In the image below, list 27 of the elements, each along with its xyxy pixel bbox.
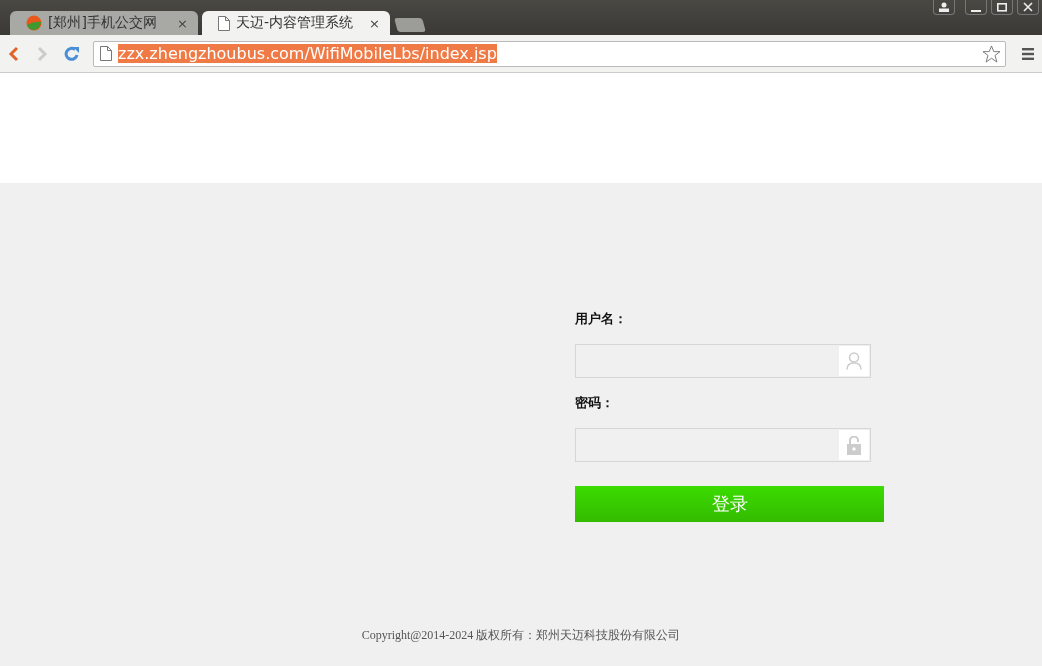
new-tab-button[interactable]	[394, 18, 426, 32]
copyright-text: Copyright@2014-2024 版权所有：郑州天迈科技股份有限公司	[361, 628, 681, 642]
menu-icon[interactable]	[1022, 47, 1034, 60]
logo-icon	[26, 15, 42, 31]
maximize-button[interactable]	[991, 0, 1013, 15]
field-label: 用户名：	[575, 310, 627, 328]
minimize-icon	[971, 10, 981, 12]
field-label: 密码：	[575, 394, 614, 412]
input-field[interactable]	[575, 428, 871, 462]
person-icon	[939, 2, 949, 12]
back-icon[interactable]	[8, 45, 20, 62]
star-icon[interactable]	[982, 44, 1001, 63]
maximize-icon	[997, 2, 1007, 12]
minimize-button[interactable]	[965, 0, 987, 15]
lock-icon	[847, 435, 861, 455]
page-icon	[218, 15, 230, 31]
close-button[interactable]	[1017, 0, 1039, 15]
browser-tab[interactable]: [郑州]手机公交网 ×	[10, 11, 198, 35]
user-icon	[846, 352, 862, 370]
reload-icon[interactable]	[64, 45, 80, 62]
close-icon[interactable]: ×	[369, 15, 380, 31]
page-icon	[100, 46, 112, 61]
input-field[interactable]	[575, 344, 871, 378]
close-icon[interactable]: ×	[177, 15, 188, 31]
profile-button[interactable]	[933, 0, 955, 15]
browser-tab[interactable]: 天迈-内容管理系统 ×	[202, 11, 390, 35]
close-icon	[1023, 2, 1033, 12]
